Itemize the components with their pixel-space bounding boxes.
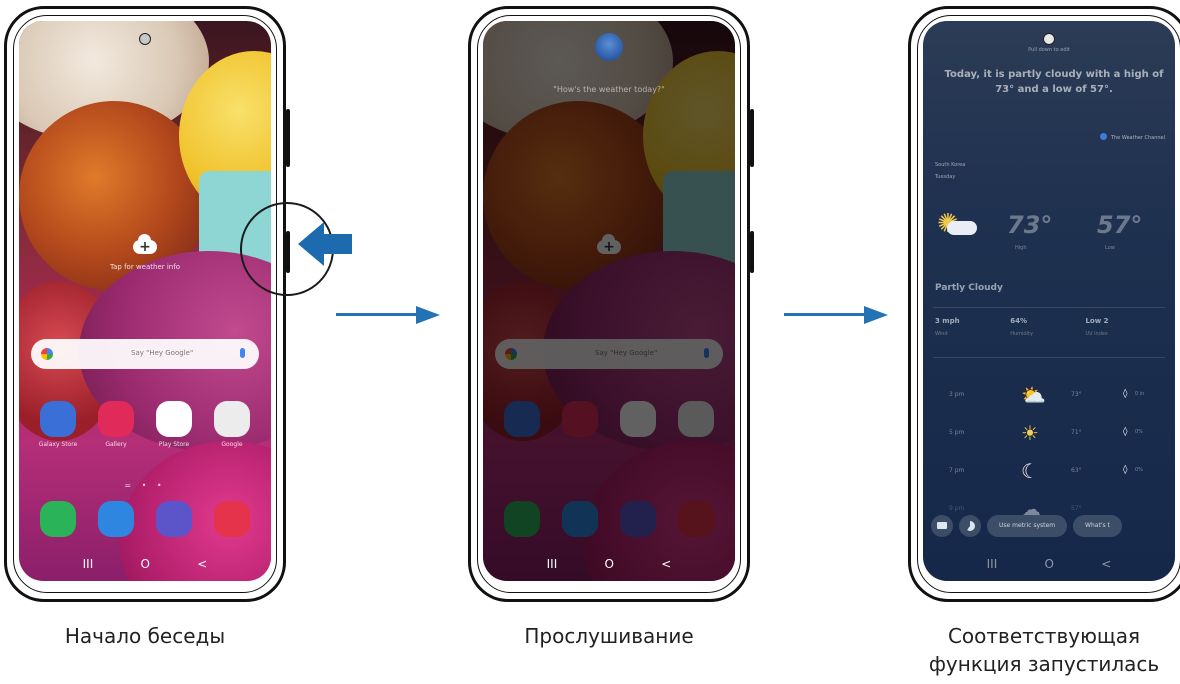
hourly-row: 7 pm ☾ 63° ◊ 0%	[949, 459, 1143, 483]
drop-icon: ◊	[1123, 427, 1128, 437]
temperature-panel: ✺ 73° 57° High Low	[935, 207, 1163, 257]
stat-wind: 3 mph Wind	[935, 317, 960, 337]
weather-widget[interactable]: + Tap for weather info	[19, 234, 271, 271]
phone-weather: Pull down to edit Today, it is partly cl…	[908, 6, 1180, 602]
keyboard-button[interactable]	[931, 515, 953, 537]
camera-icon	[214, 501, 250, 537]
nav-bar: III O <	[483, 557, 735, 571]
volume-button	[286, 109, 290, 167]
low-temp: 57°	[1097, 211, 1143, 239]
partly-cloudy-icon: ⛅	[1021, 383, 1046, 407]
back-button[interactable]: <	[661, 557, 671, 571]
caption-start-conversation: Начало беседы	[64, 624, 226, 648]
back-button[interactable]: <	[1101, 557, 1111, 571]
phone-icon	[40, 501, 76, 537]
internet-icon	[156, 501, 192, 537]
cloud-icon	[947, 221, 977, 235]
suggestion-chips: Use metric system What's t	[931, 515, 1175, 537]
divider	[933, 307, 1165, 308]
step-arrow-2	[784, 306, 888, 324]
hourly-row: 5 pm ☀ 71° ◊ 0%	[949, 421, 1143, 445]
flower-icon	[98, 401, 134, 437]
weather-location: South Korea Tuesday	[935, 162, 966, 180]
front-camera	[1043, 33, 1055, 45]
side-key	[750, 231, 754, 273]
hourly-forecast: 3 pm ⛅ 73° ◊ 0 in 5 pm ☀ 71° ◊ 0% 7 pm ☾…	[933, 381, 1165, 533]
low-label: Low	[1105, 245, 1115, 251]
app-row-1: Galaxy Store Gallery Play Store Google	[19, 401, 271, 448]
drop-icon: ◊	[1123, 465, 1128, 475]
nav-bar: III O <	[923, 557, 1175, 571]
edit-hint: Pull down to edit	[1028, 47, 1070, 53]
app-row-2	[19, 501, 271, 537]
chip-more[interactable]: What's t	[1073, 515, 1122, 537]
home-screen: + Tap for weather info Say "Hey Google" …	[19, 21, 271, 581]
weather-source[interactable]: The Weather Channel	[1099, 133, 1165, 141]
recents-button[interactable]: III	[83, 557, 94, 571]
phone-listening: + Say "Hey Google" "How's the weather to…	[468, 6, 754, 602]
front-camera	[139, 33, 151, 45]
step-arrow-1	[336, 306, 440, 324]
weather-screen: Pull down to edit Today, it is partly cl…	[923, 21, 1175, 581]
weather-condition: Partly Cloudy	[935, 283, 1003, 293]
app-camera[interactable]	[210, 501, 254, 537]
assistant-answer: Today, it is partly cloudy with a high o…	[944, 69, 1164, 95]
weather-channel-icon	[1099, 133, 1107, 140]
home-button[interactable]: O	[1045, 557, 1054, 571]
weather-tip: Tap for weather info	[110, 263, 180, 271]
page-indicator: = • •	[124, 481, 166, 490]
google-icon	[41, 348, 53, 360]
search-hint: Say "Hey Google"	[131, 349, 194, 357]
sun-cloud-icon: ☀	[1021, 421, 1039, 445]
bixby-listening-icon	[595, 33, 623, 61]
app-gallery[interactable]: Gallery	[94, 401, 138, 448]
message-icon	[98, 501, 134, 537]
stat-humidity: 64% Humidity	[1010, 317, 1033, 337]
app-internet[interactable]	[152, 501, 196, 537]
app-google-folder[interactable]: Google	[210, 401, 254, 448]
keyboard-icon	[937, 522, 947, 529]
phone-home: + Tap for weather info Say "Hey Google" …	[4, 6, 290, 602]
moon-icon: ☾	[1021, 459, 1039, 483]
voice-query: "How's the weather today?"	[553, 85, 665, 94]
app-galaxy-store[interactable]: Galaxy Store	[36, 401, 80, 448]
wallpaper	[19, 21, 271, 581]
high-label: High	[1015, 245, 1027, 251]
drop-icon: ◊	[1123, 389, 1128, 399]
listening-overlay	[483, 21, 735, 581]
hourly-row: 3 pm ⛅ 73° ◊ 0 in	[949, 383, 1145, 407]
home-button[interactable]: O	[141, 557, 150, 571]
listening-screen: + Say "Hey Google" "How's the weather to…	[483, 21, 735, 581]
chip-metric-system[interactable]: Use metric system	[987, 515, 1068, 537]
app-phone[interactable]	[36, 501, 80, 537]
play-icon	[156, 401, 192, 437]
shopping-bag-icon	[40, 401, 76, 437]
app-play-store[interactable]: Play Store	[152, 401, 196, 448]
back-button[interactable]: <	[197, 557, 207, 571]
volume-button	[750, 109, 754, 167]
press-side-key-arrow	[298, 222, 354, 266]
stat-uv: Low 2 UV index	[1085, 317, 1109, 337]
add-weather-icon: +	[133, 234, 157, 254]
recents-button[interactable]: III	[987, 557, 998, 571]
home-button[interactable]: O	[605, 557, 614, 571]
caption-listening: Прослушивание	[524, 624, 694, 648]
lens-button[interactable]	[959, 515, 981, 537]
lens-icon	[965, 521, 975, 531]
mic-icon[interactable]	[240, 348, 245, 358]
nav-bar: III O <	[19, 557, 271, 571]
caption-function-launched: Соответствующая функция запустилась	[928, 624, 1160, 676]
app-messages[interactable]	[94, 501, 138, 537]
weather-stats: 3 mph Wind 64% Humidity Low 2 UV index	[935, 317, 1163, 337]
google-folder-icon	[214, 401, 250, 437]
high-temp: 73°	[1007, 211, 1053, 239]
divider	[933, 357, 1165, 358]
recents-button[interactable]: III	[547, 557, 558, 571]
search-bar[interactable]: Say "Hey Google"	[31, 339, 259, 369]
